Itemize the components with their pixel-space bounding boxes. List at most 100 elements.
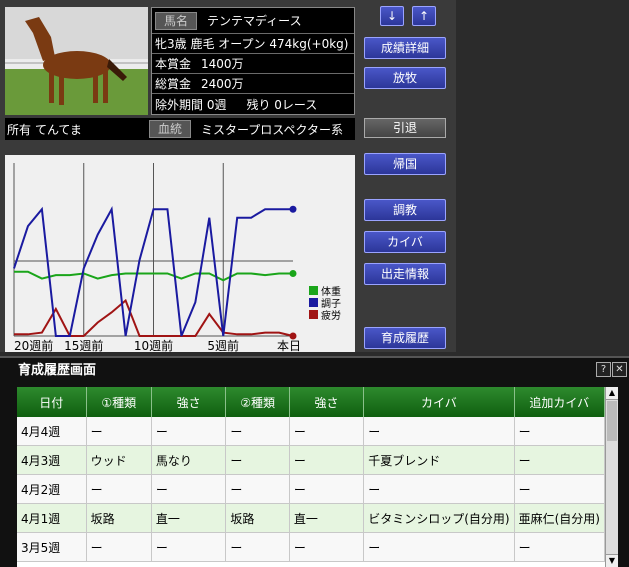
column-header: カイバ <box>363 387 515 417</box>
exclusion-row: 除外期間 0週 残り 0レース <box>152 94 354 114</box>
total-label: 総賞金 <box>155 77 192 91</box>
history-cell: ビタミンシロップ(自分用) <box>363 503 515 533</box>
history-cell: ー <box>514 532 605 562</box>
history-cell: ー <box>86 417 152 446</box>
name-row: 馬名 テンテマディース <box>152 8 354 34</box>
owner-row: 所有 てんてま 血統 ミスタープロスペクター系 <box>5 118 355 140</box>
history-cell: 4月2週 <box>17 474 87 504</box>
history-cell: 亜麻仁(自分用) <box>514 503 605 533</box>
history-cell: ー <box>151 532 227 562</box>
details-row: 牝3歳 鹿毛 オープン 474kg(+0kg) <box>152 34 354 54</box>
exclusion-period: 除外期間 0週 <box>155 97 227 112</box>
race-info-button[interactable]: 出走情報 <box>364 263 446 285</box>
history-cell: 坂路 <box>86 503 152 533</box>
help-button[interactable]: ? <box>596 362 611 377</box>
history-scrollbar[interactable]: ▲ ▼ <box>605 387 618 567</box>
horse-image <box>5 7 148 115</box>
history-header-row: 日付 ①種類 強さ ②種類 強さ カイバ 追加カイバ <box>17 387 605 417</box>
scroll-thumb[interactable] <box>607 401 617 441</box>
prize-value: 1400万 <box>201 57 244 71</box>
total-row: 総賞金 2400万 <box>152 74 354 94</box>
history-cell: ー <box>225 445 290 475</box>
x-tick-label: 5週前 <box>207 338 239 352</box>
history-cell: 直一 <box>289 503 365 533</box>
legend-swatch <box>309 286 318 295</box>
history-cell: 3月5週 <box>17 532 87 562</box>
legend-swatch <box>309 310 318 319</box>
release-button[interactable]: 放牧 <box>364 67 446 89</box>
history-cell: ー <box>151 474 227 504</box>
horse-name: テンテマディース <box>207 14 302 28</box>
history-cell: ー <box>514 417 605 446</box>
prize-label: 本賞金 <box>155 57 192 71</box>
name-label: 馬名 <box>155 11 198 30</box>
legend-swatch <box>309 298 318 307</box>
history-cell: ー <box>289 474 365 504</box>
history-table: 日付 ①種類 強さ ②種類 強さ カイバ 追加カイバ 4月4週ーーーーーー 4月3週 ウッド 馬な… <box>17 387 605 562</box>
legend-label: 体重 <box>321 285 341 298</box>
remaining-races: 残り 0レース <box>246 97 318 112</box>
history-cell: ー <box>86 474 152 504</box>
history-cell: ー <box>363 417 515 446</box>
column-header: 強さ <box>289 387 365 417</box>
scroll-down-icon[interactable]: ▼ <box>606 554 618 567</box>
up-arrow-button[interactable]: ↑ <box>412 6 436 26</box>
history-title: 育成履歴画面 <box>18 363 97 378</box>
x-tick-label: 本日 <box>277 339 301 352</box>
history-cell: ウッド <box>86 445 152 475</box>
column-header: 追加カイバ <box>514 387 605 417</box>
training-history-button[interactable]: 育成履歴 <box>364 327 446 349</box>
history-cell: ー <box>514 474 605 504</box>
horse-portrait <box>5 7 148 115</box>
column-header: 日付 <box>17 387 87 417</box>
history-cell: ー <box>289 445 365 475</box>
history-cell: ー <box>225 532 290 562</box>
scroll-up-icon[interactable]: ▲ <box>606 387 618 400</box>
history-cell: ー <box>225 474 290 504</box>
down-arrow-button[interactable]: ↓ <box>380 6 404 26</box>
training-button[interactable]: 調教 <box>364 199 446 221</box>
prize-row: 本賞金 1400万 <box>152 54 354 74</box>
history-row[interactable]: 4月2週ーーーーーー <box>17 474 605 504</box>
series-end-point-体重 <box>289 269 297 277</box>
history-cell: ー <box>225 417 290 446</box>
history-row[interactable]: 4月4週ーーーーーー <box>17 417 605 446</box>
condition-chart: 20週前 15週前 10週前 5週前 本日 体重 調子 疲労 <box>5 155 355 353</box>
column-header: ②種類 <box>225 387 290 417</box>
history-row[interactable]: 4月3週 ウッド 馬なりーー千夏ブレンドー <box>17 445 605 475</box>
close-button[interactable]: ✕ <box>612 362 627 377</box>
history-table-wrap: 日付 ①種類 強さ ②種類 強さ カイバ 追加カイバ 4月4週ーーーーーー 4月3週 ウッド 馬な… <box>17 387 605 567</box>
horse-info-box: 馬名 テンテマディース 牝3歳 鹿毛 オープン 474kg(+0kg) 本賞金 … <box>151 7 355 115</box>
history-cell: 直一 <box>151 503 227 533</box>
chart-svg: 20週前 15週前 10週前 5週前 本日 体重調子疲労 <box>13 163 341 353</box>
return-button[interactable]: 帰国 <box>364 153 446 175</box>
feed-button[interactable]: カイバ <box>364 231 446 253</box>
history-cell: ー <box>151 417 227 446</box>
history-cell: ー <box>289 417 365 446</box>
retire-button[interactable]: 引退 <box>364 118 446 138</box>
horse-details: 牝3歳 鹿毛 オープン 474kg(+0kg) <box>155 37 349 51</box>
results-detail-button[interactable]: 成績詳細 <box>364 37 446 59</box>
history-cell: 千夏ブレンド <box>363 445 515 475</box>
history-cell: 4月4週 <box>17 417 87 446</box>
x-tick-label: 20週前 <box>14 338 53 352</box>
history-cell: ー <box>86 532 152 562</box>
history-cell: ー <box>289 532 365 562</box>
legend-label: 調子 <box>321 297 341 310</box>
history-row[interactable]: 3月5週ーーーーーー <box>17 532 605 562</box>
total-value: 2400万 <box>201 77 244 91</box>
owner-name: てんてま <box>35 122 82 137</box>
series-end-point-調子 <box>289 205 297 213</box>
x-tick-label: 10週前 <box>134 338 173 352</box>
history-cell: ー <box>363 474 515 504</box>
x-tick-label: 15週前 <box>64 338 103 352</box>
history-cell: 4月1週 <box>17 503 87 533</box>
history-cell: 4月3週 <box>17 445 87 475</box>
history-row[interactable]: 4月1週 坂路 直一 坂路 直一 ビタミンシロップ(自分用) 亜麻仁(自分用) <box>17 503 605 533</box>
history-cell: 馬なり <box>151 445 227 475</box>
history-cell: ー <box>514 445 605 475</box>
bloodline-button[interactable]: 血統 <box>149 120 192 138</box>
column-header: ①種類 <box>86 387 152 417</box>
column-header: 強さ <box>151 387 227 417</box>
history-cell: 坂路 <box>225 503 290 533</box>
